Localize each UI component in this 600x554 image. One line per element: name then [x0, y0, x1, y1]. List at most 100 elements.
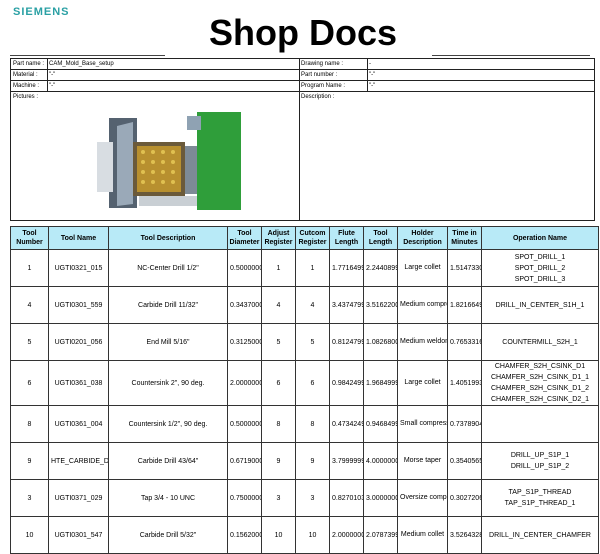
tool-description-cell: Tap 3/4 - 10 UNC [108, 479, 228, 517]
operation-name-cell: SPOT_DRILL_1 SPOT_DRILL_2 SPOT_DRILL_3 [481, 249, 599, 287]
tool-description-cell: Carbide Drill 11/32" [108, 286, 228, 324]
adjust-register-cell: 3 [261, 479, 296, 517]
part-number-label: Part number : [301, 72, 338, 78]
cutcom-register-cell: 10 [295, 516, 330, 554]
tool-length-cell: 2.0787399 [363, 516, 398, 554]
part-name-value: CAM_Mold_Base_setup [49, 61, 114, 67]
cutcom-register-cell: 5 [295, 323, 330, 361]
green-fixture [197, 112, 241, 210]
flute-length-cell: 0.9842499 [329, 360, 364, 406]
time-minutes-cell: 1.4051993 [447, 360, 482, 406]
tool-number-cell: 10 [10, 516, 49, 554]
header-col-right [367, 59, 368, 91]
tool-diameter-cell: 0.6719000 [227, 442, 262, 480]
flute-length-cell: 0.8270103 [329, 479, 364, 517]
holder-description-cell: Large collet [397, 360, 448, 406]
tool-name-cell: UGTI0361_038 [48, 360, 109, 406]
operation-name-cell: COUNTERMILL_S2H_1 [481, 323, 599, 361]
adjust-register-cell: 1 [261, 249, 296, 287]
operation-name: TAP_S1P_THREAD [508, 489, 572, 496]
tool-number-cell: 3 [10, 479, 49, 517]
flute-length-cell: 0.4734249 [329, 405, 364, 443]
operation-name-cell: DRILL_UP_S1P_1 DRILL_UP_S1P_2 [481, 442, 599, 480]
machine-label: Machine : [13, 83, 40, 89]
tool-number-cell: 5 [10, 323, 49, 361]
tool-number-cell: 9 [10, 442, 49, 480]
adjust-register-cell: 8 [261, 405, 296, 443]
col-adjust-register: Adjust Register [261, 226, 296, 250]
tool-length-cell: 1.0826800 [363, 323, 398, 361]
tool-name-cell: UGTI0301_547 [48, 516, 109, 554]
col-operation-name: Operation Name [481, 226, 599, 250]
col-tool-length: Tool Length [363, 226, 398, 250]
table-row: 1 UGTI0321_015 NC-Center Drill 1/2" 0.50000… [10, 249, 599, 287]
operation-name: CHAMFER_S2H_CSINK_D1_1 [490, 374, 590, 381]
table-row: 3 UGTI0371_029 Tap 3/4 - 10 UNC 0.7500000 3 3… [10, 479, 599, 517]
tool-length-cell: 2.2440899 [363, 249, 398, 287]
holder-description-cell: Oversize compression [397, 479, 448, 517]
material-value: "-" [49, 72, 56, 78]
time-minutes-cell: 0.3540565 [447, 442, 482, 480]
table-row: 4 UGTI0301_559 Carbide Drill 11/32" 0.34370… [10, 286, 599, 324]
tool-length-cell: 3.0000000 [363, 479, 398, 517]
operation-name: DRILL_IN_CENTER_CHAMFER [489, 531, 591, 539]
flute-length-cell: 2.0000000 [329, 516, 364, 554]
tool-description-cell: NC-Center Drill 1/2" [108, 249, 228, 287]
operation-name-cell: DRILL_IN_CENTER_S1H_1 [481, 286, 599, 324]
program-name-value: "-" [369, 83, 376, 89]
operation-name: CHAMFER_S2H_CSINK_D1_2 [490, 385, 590, 392]
drawing-name-value: - [369, 61, 371, 67]
cutcom-register-cell: 4 [295, 286, 330, 324]
operation-name: SPOT_DRILL_1 [514, 253, 566, 261]
header-divider [299, 59, 300, 220]
time-minutes-cell: 3.5264328 [447, 516, 482, 554]
title-rule-right [432, 55, 590, 56]
tool-name-cell: UGTI0301_559 [48, 286, 109, 324]
operation-name: SPOT_DRILL_3 [514, 275, 566, 283]
operation-name: COUNTERMILL_S2H_1 [502, 338, 578, 346]
tool-length-cell: 3.5162200 [363, 286, 398, 324]
adjust-register-cell: 10 [261, 516, 296, 554]
tool-length-cell: 1.9684999 [363, 360, 398, 406]
flute-length-cell: 1.7716499 [329, 249, 364, 287]
drawing-name-label: Drawing name : [301, 61, 344, 67]
holder-description-cell: Medium weldon [397, 323, 448, 361]
adjust-register-cell: 5 [261, 323, 296, 361]
col-holder-description: Holder Description [397, 226, 448, 250]
table-row: 10 UGTI0301_547 Carbide Drill 5/32" 0.15620… [10, 516, 599, 554]
description-label: Description : [301, 94, 335, 100]
time-minutes-cell: 0.7378904 [447, 405, 482, 443]
holder-description-cell: Morse taper [397, 442, 448, 480]
operation-name: SPOT_DRILL_2 [514, 264, 566, 272]
tool-number-cell: 4 [10, 286, 49, 324]
part-picture [89, 112, 241, 210]
tool-number-cell: 8 [10, 405, 49, 443]
operation-name: CHAMFER_S2H_CSINK_D1 [494, 363, 586, 370]
operation-name-cell [481, 405, 599, 443]
cutcom-register-cell: 8 [295, 405, 330, 443]
operation-name: CHAMFER_S2H_CSINK_D2_1 [490, 396, 590, 403]
flute-length-cell: 0.8124799 [329, 323, 364, 361]
flute-length-cell: 3.7999999 [329, 442, 364, 480]
tool-number-cell: 6 [10, 360, 49, 406]
tool-diameter-cell: 0.3437000 [227, 286, 262, 324]
cutcom-register-cell: 9 [295, 442, 330, 480]
cutcom-register-cell: 1 [295, 249, 330, 287]
adjust-register-cell: 4 [261, 286, 296, 324]
header-info-box: Part name : CAM_Mold_Base_setup Material… [10, 58, 595, 221]
part-name-label: Part name : [13, 61, 45, 67]
header-col-left [47, 59, 48, 91]
table-row: 6 UGTI0361_038 Countersink 2", 90 deg. 2.00… [10, 360, 599, 406]
material-label: Material : [13, 72, 38, 78]
operation-name-cell: TAP_S1P_THREAD TAP_S1P_THREAD_1 [481, 479, 599, 517]
tool-diameter-cell: 0.7500000 [227, 479, 262, 517]
col-cutcom-register: Cutcom Register [295, 226, 330, 250]
tool-description-cell: Countersink 2", 90 deg. [108, 360, 228, 406]
time-minutes-cell: 1.8216649 [447, 286, 482, 324]
col-flute-length: Flute Length [329, 226, 364, 250]
tool-diameter-cell: 0.1562000 [227, 516, 262, 554]
holder-description-cell: Large collet [397, 249, 448, 287]
tool-name-cell: UGTI0321_015 [48, 249, 109, 287]
col-tool-description: Tool Description [108, 226, 228, 250]
holder-description-cell: Medium compression [397, 286, 448, 324]
